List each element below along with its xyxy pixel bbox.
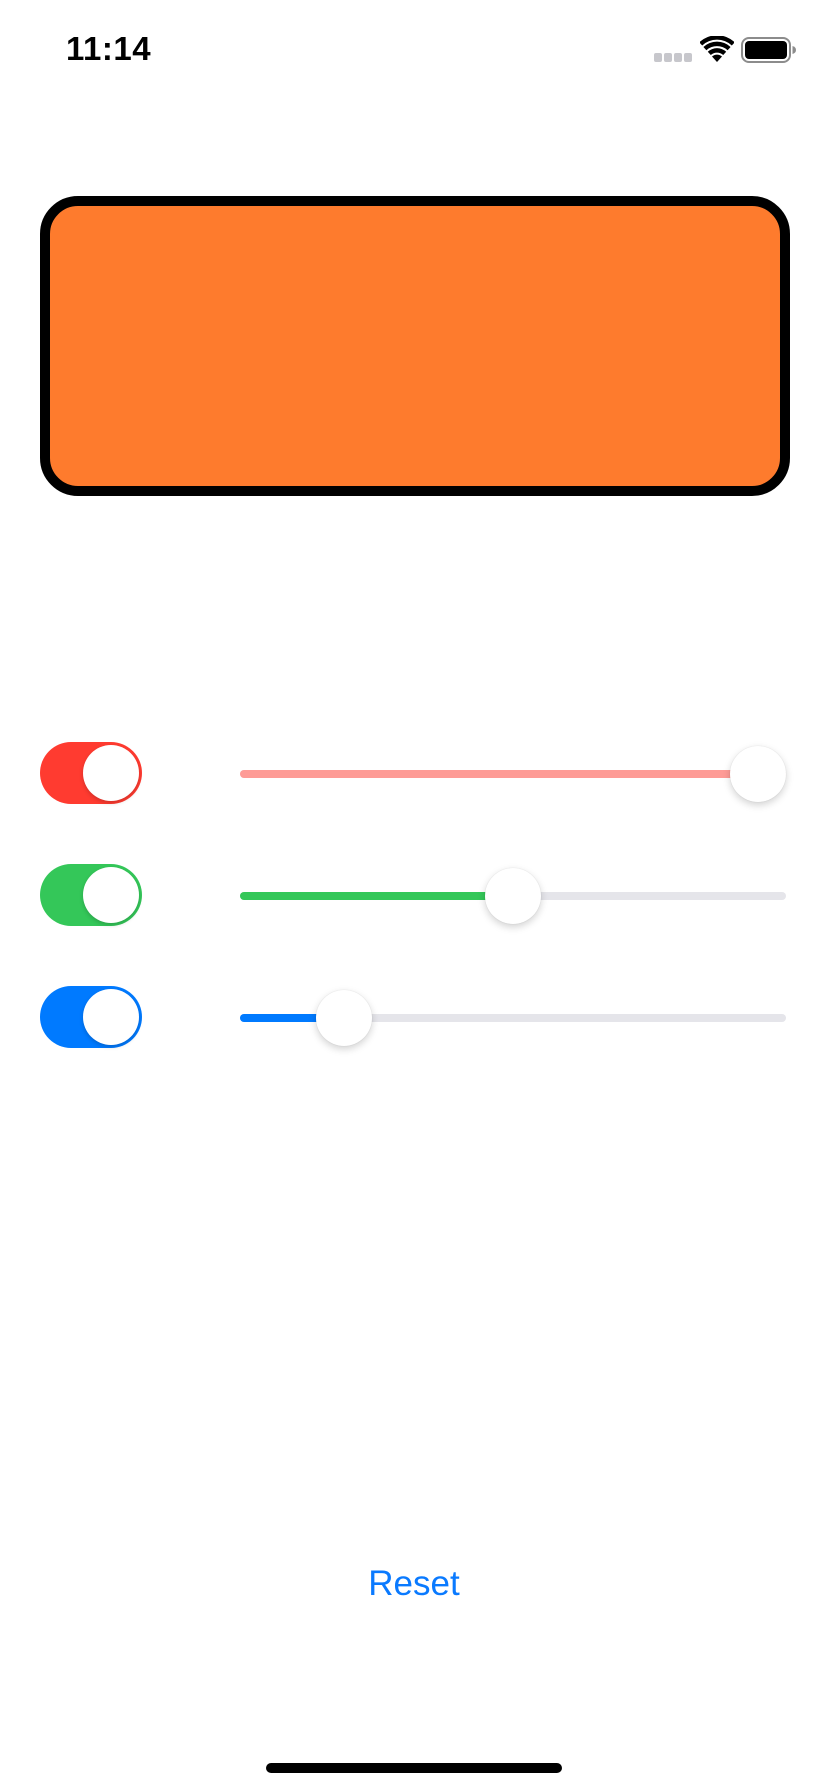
green-control-row	[0, 864, 828, 928]
green-slider[interactable]	[240, 864, 786, 928]
slider-fill	[240, 770, 786, 778]
battery-icon	[741, 37, 796, 63]
home-indicator	[266, 1763, 562, 1773]
slider-thumb[interactable]	[316, 990, 372, 1046]
blue-slider[interactable]	[240, 986, 786, 1050]
toggle-knob	[83, 989, 139, 1045]
blue-toggle[interactable]	[40, 986, 142, 1048]
red-slider[interactable]	[240, 742, 786, 806]
color-preview	[40, 196, 790, 496]
slider-thumb[interactable]	[485, 868, 541, 924]
toggle-knob	[83, 867, 139, 923]
red-control-row	[0, 742, 828, 806]
status-bar: 11:14	[0, 0, 828, 100]
wifi-icon	[700, 36, 734, 62]
cellular-signal-icon	[654, 53, 692, 62]
slider-thumb[interactable]	[730, 746, 786, 802]
status-time: 11:14	[66, 30, 152, 67]
slider-fill	[240, 892, 513, 900]
toggle-knob	[83, 745, 139, 801]
blue-control-row	[0, 986, 828, 1050]
green-toggle[interactable]	[40, 864, 142, 926]
reset-button[interactable]: Reset	[314, 1556, 514, 1612]
red-toggle[interactable]	[40, 742, 142, 804]
